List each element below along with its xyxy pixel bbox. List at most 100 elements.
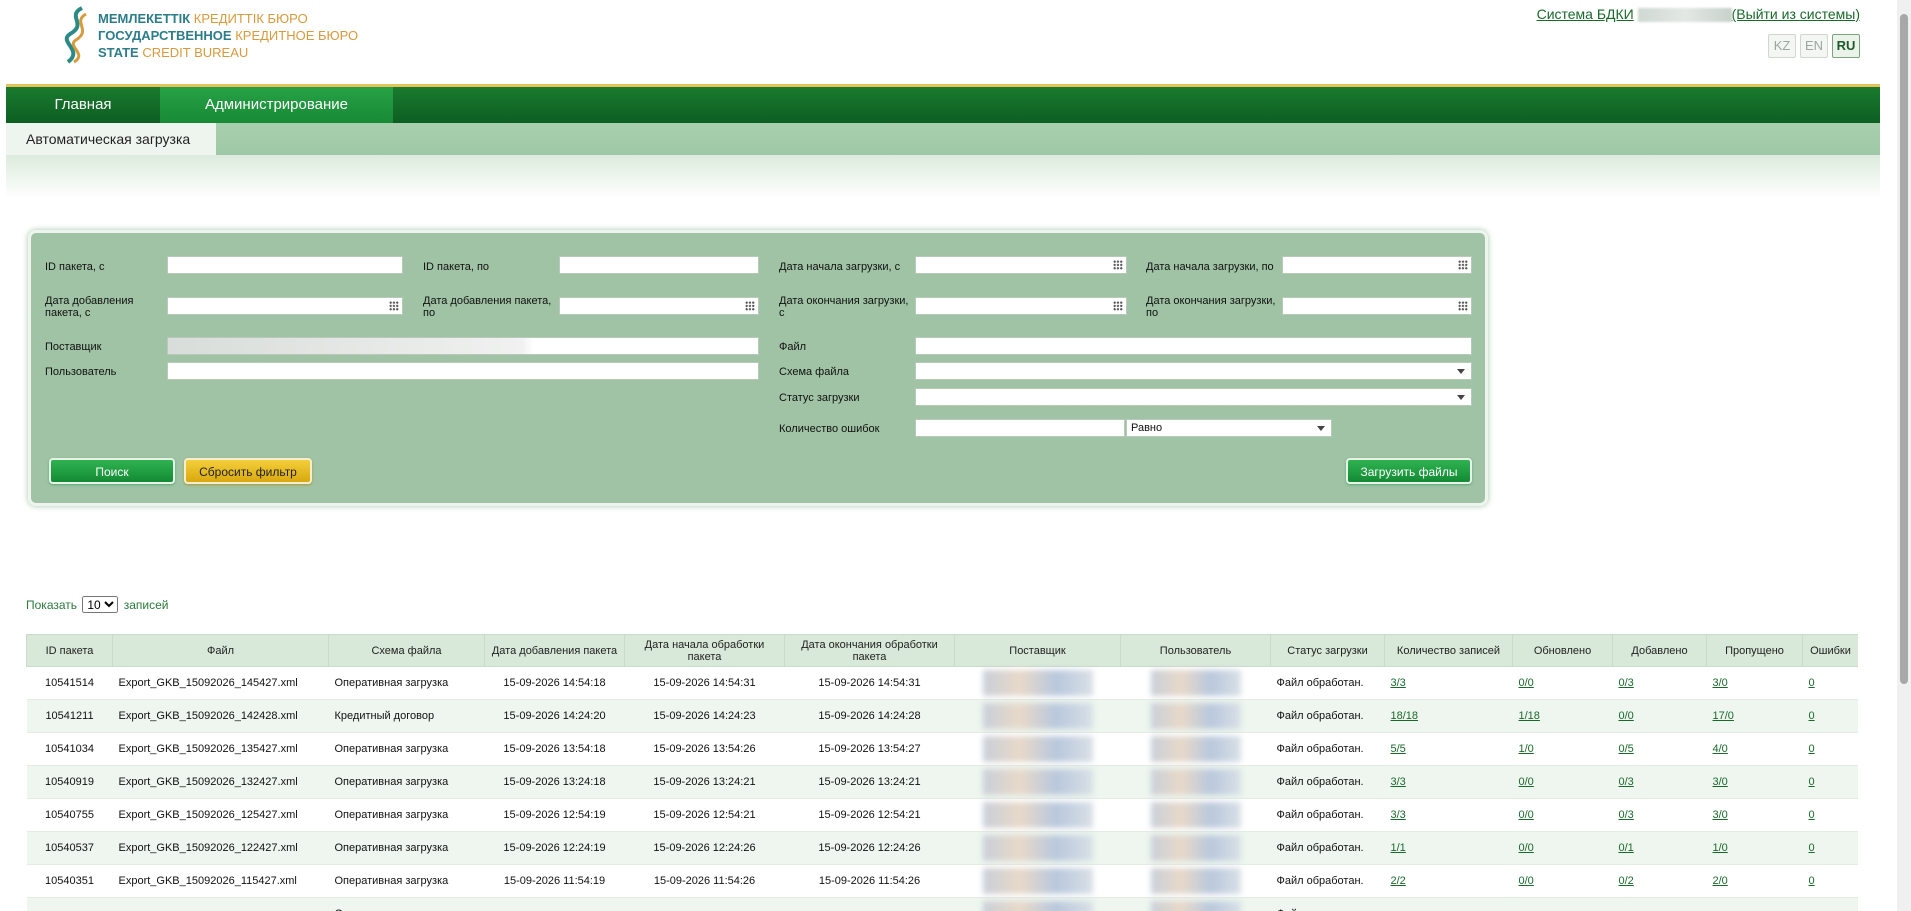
search-button[interactable]: Поиск xyxy=(49,458,175,484)
cell-updated: 0/0 xyxy=(1512,666,1613,700)
count-link[interactable]: 2/2 xyxy=(1391,875,1406,887)
table-row[interactable]: 10541034 Export_GKB_15092026_135427.xml Оп… xyxy=(26,732,1858,766)
user-input[interactable] xyxy=(167,362,759,380)
count-link[interactable]: 3/3 xyxy=(1391,776,1406,788)
system-link[interactable]: Система БДКИ xyxy=(1537,6,1634,22)
load-start-from-date[interactable] xyxy=(915,256,1127,274)
load-end-to-date[interactable] xyxy=(1282,297,1472,315)
column-header[interactable]: ID пакета xyxy=(26,634,113,667)
logout-link[interactable]: (Выйти из системы) xyxy=(1732,6,1860,22)
redacted-value xyxy=(982,835,1093,861)
cell-added: 15-09-2026 14:54:18 xyxy=(484,666,625,700)
count-link[interactable]: 1/18 xyxy=(1519,710,1540,722)
count-link[interactable]: 0/3 xyxy=(1619,677,1634,689)
count-link[interactable]: 0/5 xyxy=(1619,743,1634,755)
lang-ru[interactable]: RU xyxy=(1832,34,1860,58)
column-header[interactable]: Ошибки xyxy=(1802,634,1858,667)
logo[interactable]: МЕМЛЕКЕТТІК КРЕДИТТІК БЮРО ГОСУДАРСТВЕНН… xyxy=(60,4,360,66)
cell-added-count: 0/3 xyxy=(1612,666,1707,700)
column-header[interactable]: Поставщик xyxy=(954,634,1121,667)
cell-package-id: 10541514 xyxy=(26,666,113,700)
count-link[interactable]: 4/0 xyxy=(1713,743,1728,755)
load-start-to-date[interactable] xyxy=(1282,256,1472,274)
count-link[interactable]: 3/3 xyxy=(1391,677,1406,689)
package-id-to-input[interactable] xyxy=(559,256,759,274)
count-link[interactable]: 18/18 xyxy=(1391,710,1419,722)
table-row[interactable]: Оперативная загрузка Файл xyxy=(26,897,1858,911)
count-link[interactable]: 3/0 xyxy=(1713,776,1728,788)
column-header[interactable]: Статус загрузки xyxy=(1270,634,1385,667)
cell-start: 15-09-2026 12:24:26 xyxy=(624,831,785,865)
column-header[interactable]: Пользователь xyxy=(1120,634,1271,667)
tab-auto-upload[interactable]: Автоматическая загрузка xyxy=(6,123,216,155)
error-operator-select[interactable]: Равно xyxy=(1126,419,1332,437)
count-link[interactable]: 0 xyxy=(1809,809,1815,821)
count-link[interactable]: 3/0 xyxy=(1713,809,1728,821)
error-count-input[interactable] xyxy=(915,419,1125,437)
nav-admin[interactable]: Администрирование xyxy=(160,87,393,123)
table-row[interactable]: 10541211 Export_GKB_15092026_142428.xml Кр… xyxy=(26,699,1858,733)
page-size-select[interactable]: 10 xyxy=(82,596,119,613)
count-link[interactable]: 0 xyxy=(1809,842,1815,854)
column-header[interactable]: Файл xyxy=(112,634,329,667)
package-id-from-input[interactable] xyxy=(167,256,403,274)
supplier-input[interactable] xyxy=(167,337,759,355)
count-link[interactable]: 0 xyxy=(1809,875,1815,887)
count-link[interactable]: 0/3 xyxy=(1619,776,1634,788)
count-link[interactable]: 0/0 xyxy=(1519,842,1534,854)
cell-schema: Оперативная загрузка xyxy=(328,765,485,799)
count-link[interactable]: 0/0 xyxy=(1619,710,1634,722)
nav-main[interactable]: Главная xyxy=(6,87,160,123)
count-link[interactable]: 0 xyxy=(1809,710,1815,722)
count-link[interactable]: 3/0 xyxy=(1713,677,1728,689)
column-header[interactable]: Пропущено xyxy=(1706,634,1803,667)
load-end-from-date[interactable] xyxy=(915,297,1127,315)
column-header[interactable]: Схема файла xyxy=(328,634,485,667)
count-link[interactable]: 0/0 xyxy=(1519,677,1534,689)
count-link[interactable]: 0 xyxy=(1809,776,1815,788)
count-link[interactable]: 0/1 xyxy=(1619,842,1634,854)
cell-added-count: 0/0 xyxy=(1612,699,1707,733)
schema-select[interactable] xyxy=(915,362,1472,380)
file-input[interactable] xyxy=(915,337,1472,355)
upload-files-button[interactable]: Загрузить файлы xyxy=(1346,458,1472,484)
column-header[interactable]: Добавлено xyxy=(1612,634,1707,667)
count-link[interactable]: 3/3 xyxy=(1391,809,1406,821)
table-row[interactable]: 10540537 Export_GKB_15092026_122427.xml Оп… xyxy=(26,831,1858,865)
page-scrollbar[interactable] xyxy=(1897,0,1911,911)
count-link[interactable]: 1/0 xyxy=(1519,743,1534,755)
cell-status: Файл обработан. xyxy=(1270,864,1385,898)
lang-en[interactable]: EN xyxy=(1800,34,1828,58)
status-select[interactable] xyxy=(915,388,1472,406)
cell-status: Файл обработан. xyxy=(1270,699,1385,733)
cell-supplier xyxy=(954,699,1121,733)
table-row[interactable]: 10540351 Export_GKB_15092026_115427.xml Оп… xyxy=(26,864,1858,898)
reset-filter-button[interactable]: Сбросить фильтр xyxy=(184,458,312,484)
table-row[interactable]: 10540755 Export_GKB_15092026_125427.xml Оп… xyxy=(26,798,1858,832)
column-header[interactable]: Дата добавления пакета xyxy=(484,634,625,667)
scrollbar-thumb[interactable] xyxy=(1900,14,1908,684)
count-link[interactable]: 1/0 xyxy=(1713,842,1728,854)
column-header[interactable]: Дата окончания обработки пакета xyxy=(784,634,955,667)
count-link[interactable]: 5/5 xyxy=(1391,743,1406,755)
table-row[interactable]: 10540919 Export_GKB_15092026_132427.xml Оп… xyxy=(26,765,1858,799)
count-link[interactable]: 2/0 xyxy=(1713,875,1728,887)
cell-start: 15-09-2026 12:54:21 xyxy=(624,798,785,832)
table-row[interactable]: 10541514 Export_GKB_15092026_145427.xml Оп… xyxy=(26,666,1858,700)
lang-kz[interactable]: KZ xyxy=(1768,34,1796,58)
count-link[interactable]: 0/3 xyxy=(1619,809,1634,821)
username-redacted xyxy=(1637,8,1732,23)
added-from-date[interactable] xyxy=(167,297,403,315)
column-header[interactable]: Количество записей xyxy=(1384,634,1513,667)
count-link[interactable]: 17/0 xyxy=(1713,710,1734,722)
count-link[interactable]: 0/0 xyxy=(1519,809,1534,821)
count-link[interactable]: 1/1 xyxy=(1391,842,1406,854)
count-link[interactable]: 0/0 xyxy=(1519,875,1534,887)
column-header[interactable]: Обновлено xyxy=(1512,634,1613,667)
column-header[interactable]: Дата начала обработки пакета xyxy=(624,634,785,667)
count-link[interactable]: 0/2 xyxy=(1619,875,1634,887)
added-to-date[interactable] xyxy=(559,297,759,315)
count-link[interactable]: 0/0 xyxy=(1519,776,1534,788)
count-link[interactable]: 0 xyxy=(1809,743,1815,755)
count-link[interactable]: 0 xyxy=(1809,677,1815,689)
